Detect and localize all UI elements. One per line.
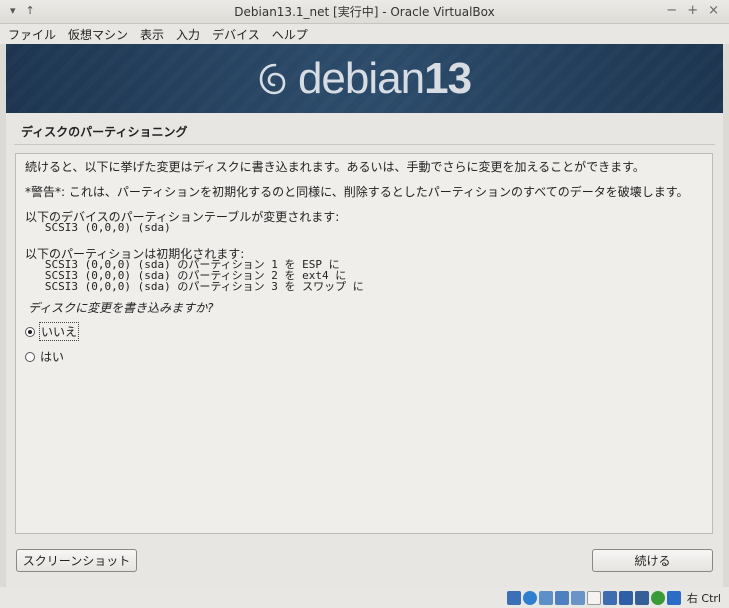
host-key-label: 右 Ctrl (686, 591, 721, 605)
intro-text: 続けると、以下に挙げた変更はディスクに書き込まれます。あるいは、手動でさらに変更… (25, 160, 645, 174)
titlebar-left-controls: ▾ ↑ (10, 4, 35, 17)
shared-folder-icon[interactable] (586, 590, 601, 605)
cpu-icon[interactable] (634, 590, 649, 605)
vm-status-bar: 右 Ctrl (0, 587, 729, 608)
recording-icon[interactable] (618, 590, 633, 605)
window-title: Debian13.1_net [実行中] - Oracle VirtualBox (234, 5, 495, 19)
radio-unselected-icon[interactable] (25, 351, 35, 362)
debian-logo: debian13 (258, 53, 472, 104)
usb-icon[interactable] (570, 590, 585, 605)
minimize-icon[interactable]: − (666, 3, 677, 18)
network-icon[interactable] (554, 590, 569, 605)
menu-help[interactable]: ヘルプ (272, 26, 308, 43)
partition-summary-panel: 続けると、以下に挙げた変更はディスクに書き込まれます。あるいは、手動でさらに変更… (15, 153, 713, 534)
logo-word: debian (297, 53, 425, 103)
debian-banner: debian13 (6, 44, 723, 113)
menu-machine[interactable]: 仮想マシン (68, 26, 128, 43)
audio-icon[interactable] (538, 590, 553, 605)
display-icon[interactable] (602, 590, 617, 605)
continue-button[interactable]: 続ける (592, 549, 713, 572)
close-icon[interactable]: × (708, 3, 719, 18)
keep-above-icon[interactable]: ↑ (26, 4, 35, 17)
radio-label: はい (40, 350, 65, 364)
logo-text: debian13 (297, 53, 472, 104)
menu-bar: ファイル 仮想マシン 表示 入力 デバイス ヘルプ (0, 24, 729, 44)
radio-option-no[interactable]: いいえ (25, 322, 80, 341)
radio-selected-icon[interactable] (25, 326, 35, 337)
warning-text: *警告*: これは、パーティションを初期化するのと同様に、削除するとしたパーティ… (25, 185, 689, 199)
format-item: SCSI3 (0,0,0) (sda) のパーティション 3 を スワップ に (25, 280, 364, 293)
installer-content: ディスクのパーティショニング 続けると、以下に挙げた変更はディスクに書き込まれま… (6, 113, 723, 587)
window-menu-icon[interactable]: ▾ (10, 4, 16, 17)
hdd-icon[interactable] (506, 590, 521, 605)
table-changes-device: SCSI3 (0,0,0) (sda) (25, 221, 171, 234)
menu-input[interactable]: 入力 (176, 26, 200, 43)
screenshot-button[interactable]: スクリーンショット (16, 549, 137, 572)
optical-icon[interactable] (522, 590, 537, 605)
question-text: ディスクに変更を書き込みますか? (28, 301, 214, 315)
page-title: ディスクのパーティショニング (21, 125, 188, 139)
radio-option-yes[interactable]: はい (25, 348, 64, 365)
menu-view[interactable]: 表示 (140, 26, 164, 43)
debian-swirl-icon (259, 63, 286, 94)
menu-devices[interactable]: デバイス (212, 26, 260, 43)
heading-divider (14, 144, 715, 145)
radio-label: いいえ (38, 322, 80, 341)
maximize-icon[interactable]: + (687, 3, 698, 18)
mouse-integration-icon[interactable] (650, 590, 665, 605)
logo-number: 13 (424, 53, 472, 103)
download-icon[interactable] (666, 590, 681, 605)
titlebar-right-controls: − + × (666, 3, 719, 18)
menu-file[interactable]: ファイル (8, 26, 56, 43)
window-titlebar: ▾ ↑ Debian13.1_net [実行中] - Oracle Virtua… (0, 0, 729, 24)
